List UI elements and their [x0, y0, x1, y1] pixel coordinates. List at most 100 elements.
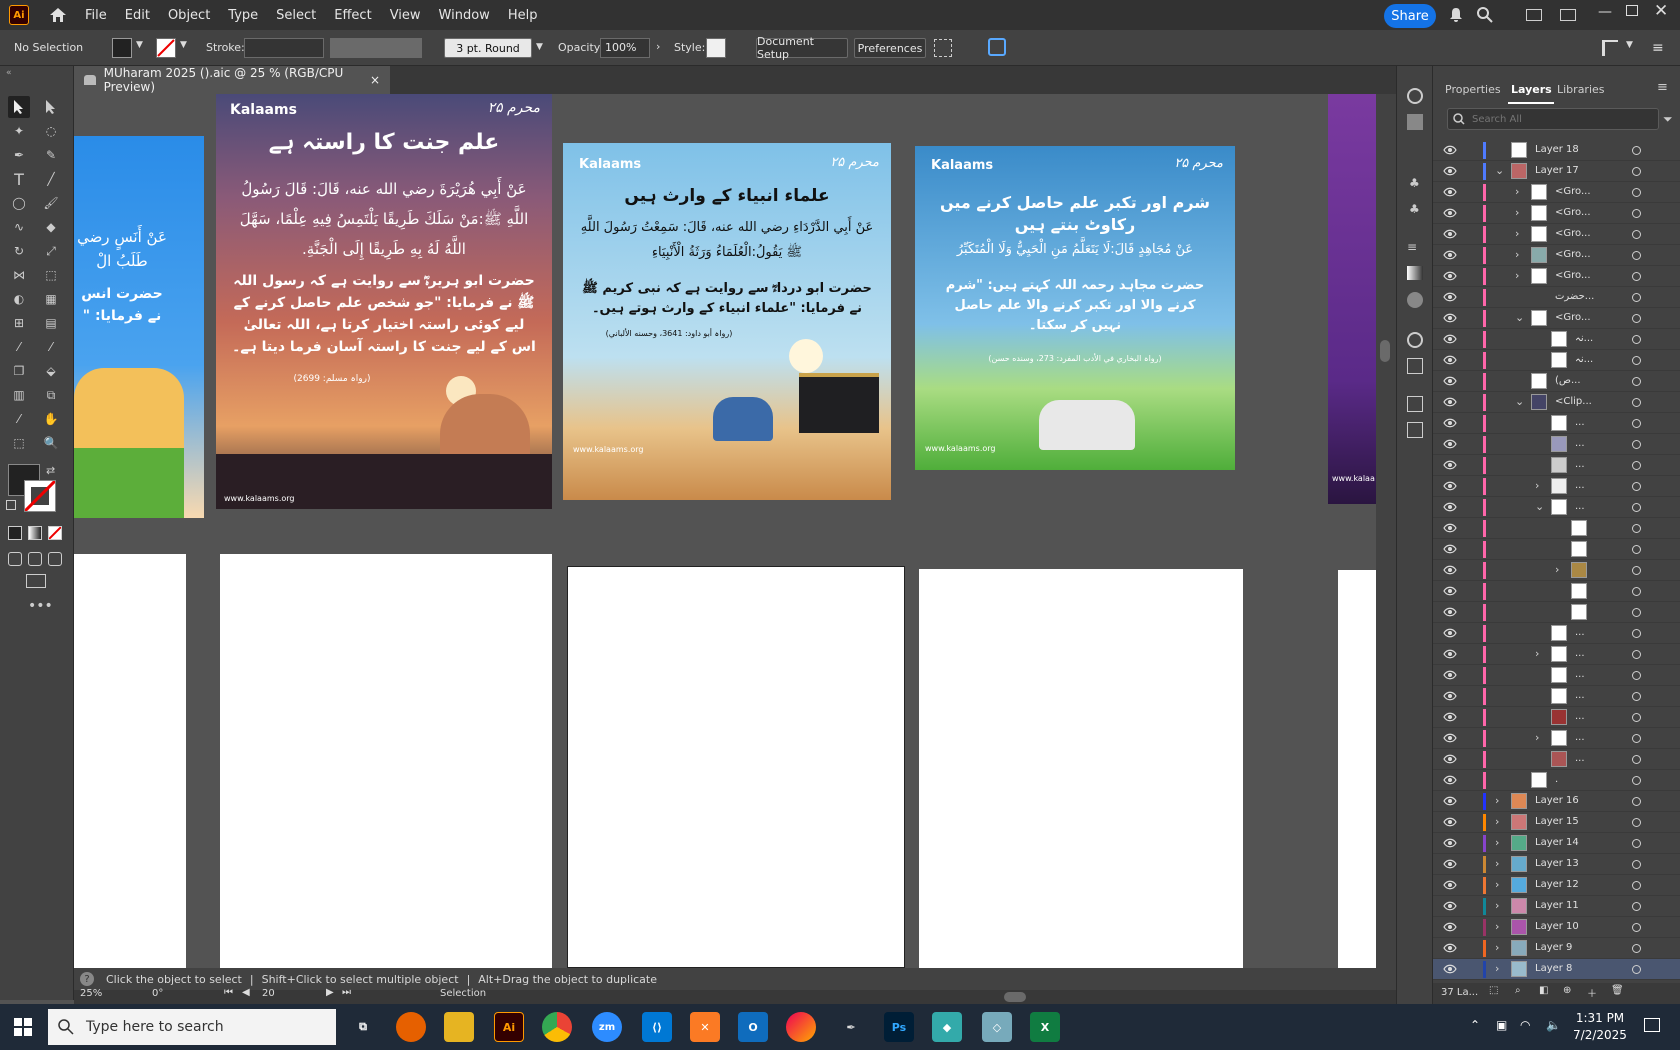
slice-tool-icon[interactable]: ⁄ [8, 408, 30, 430]
chevron-right-icon[interactable]: › [1495, 857, 1499, 870]
layer-row[interactable]: › Layer 15 [1433, 812, 1680, 833]
target-circle-icon[interactable] [1632, 524, 1641, 533]
layer-row[interactable]: حضرت... [1433, 287, 1680, 308]
layer-row[interactable]: ⌄ Layer 17 [1433, 161, 1680, 182]
color-mode-icon[interactable] [8, 526, 22, 540]
artboard-right-partial[interactable]: www.kalaa [1328, 94, 1376, 504]
chevron-right-icon[interactable]: › [1495, 815, 1499, 828]
visibility-eye-icon[interactable] [1443, 775, 1457, 785]
chevron-right-icon[interactable]: › [1535, 731, 1539, 744]
draw-inside-icon[interactable] [48, 552, 62, 566]
gradient-panel-icon[interactable] [1407, 266, 1423, 280]
horizontal-scrollbar-thumb[interactable] [1004, 992, 1026, 1002]
target-circle-icon[interactable] [1632, 545, 1641, 554]
pen-app-icon[interactable]: ✒ [836, 1012, 866, 1042]
target-circle-icon[interactable] [1632, 797, 1641, 806]
locate-object-icon[interactable]: ⌕ [1515, 985, 1521, 996]
chevron-down-icon[interactable]: ▼ [1626, 40, 1633, 50]
ellipse-tool-icon[interactable]: ◯ [8, 192, 30, 214]
tab-libraries[interactable]: Libraries [1557, 83, 1605, 96]
gradient-mode-icon[interactable] [28, 526, 42, 540]
chevron-right-icon[interactable]: › [1515, 248, 1519, 261]
chevron-down-icon[interactable]: ▼ [136, 40, 143, 50]
rotate-tool-icon[interactable]: ↻ [8, 240, 30, 262]
target-circle-icon[interactable] [1632, 188, 1641, 197]
menu-file[interactable]: File [83, 8, 109, 23]
layer-row[interactable]: › Layer 11 [1433, 896, 1680, 917]
transparency-panel-icon[interactable] [1407, 292, 1423, 308]
visibility-eye-icon[interactable] [1443, 712, 1457, 722]
previous-artboard-icon[interactable]: ◀ [242, 987, 250, 998]
column-graph-tool-icon[interactable]: ▥ [8, 384, 30, 406]
chevron-right-icon[interactable]: › [1495, 836, 1499, 849]
layer-row[interactable]: › Layer 13 [1433, 854, 1680, 875]
target-circle-icon[interactable] [1632, 230, 1641, 239]
direct-selection-tool-icon[interactable] [40, 96, 62, 118]
target-circle-icon[interactable] [1632, 944, 1641, 953]
chevron-right-icon[interactable]: › [656, 40, 660, 53]
layer-row[interactable]: نہ... [1433, 350, 1680, 371]
xampp-icon[interactable]: ✕ [690, 1012, 720, 1042]
menu-effect[interactable]: Effect [332, 8, 373, 23]
target-circle-icon[interactable] [1632, 293, 1641, 302]
collapse-toolbar-icon[interactable]: « [6, 68, 12, 78]
visibility-eye-icon[interactable] [1443, 691, 1457, 701]
excel-icon[interactable]: X [1030, 1012, 1060, 1042]
selection-tool-icon[interactable] [8, 96, 30, 118]
artboard-2[interactable]: Kalaams محرم ۲۵ علماء انبیاء کے وارث ہیں… [563, 143, 891, 500]
layer-row[interactable]: ›... [1433, 728, 1680, 749]
visibility-eye-icon[interactable] [1443, 166, 1457, 176]
draw-normal-icon[interactable] [8, 552, 22, 566]
blend-tool-icon[interactable]: ❐ [8, 360, 30, 382]
chevron-right-icon[interactable]: › [1495, 899, 1499, 912]
layer-row[interactable]: ⌄ <Gro... [1433, 308, 1680, 329]
screen-mode-icon[interactable] [26, 574, 46, 588]
visibility-eye-icon[interactable] [1443, 964, 1457, 974]
last-artboard-icon[interactable]: ⏭ [342, 987, 351, 998]
target-circle-icon[interactable] [1632, 461, 1641, 470]
artboard-number[interactable]: 20 [262, 988, 275, 999]
visibility-eye-icon[interactable] [1443, 565, 1457, 575]
artboards-panel-icon[interactable] [1407, 422, 1423, 438]
layer-row[interactable]: › Layer 16 [1433, 791, 1680, 812]
layer-row[interactable]: ... [1433, 623, 1680, 644]
menu-help[interactable]: Help [506, 8, 540, 23]
zoom-tool-icon[interactable]: 🔍 [40, 432, 62, 454]
layer-row[interactable]: › Layer 12 [1433, 875, 1680, 896]
chevron-down-icon[interactable]: ⌄ [1495, 164, 1504, 177]
artboard-1[interactable]: Kalaams محرم ۲۵ علم جنت کا راستہ ہے عَنْ… [216, 94, 552, 509]
visibility-eye-icon[interactable] [1443, 355, 1457, 365]
chevron-right-icon[interactable]: › [1495, 941, 1499, 954]
app-icon[interactable]: ◆ [932, 1012, 962, 1042]
chrome-icon[interactable] [542, 1012, 572, 1042]
visibility-eye-icon[interactable] [1443, 250, 1457, 260]
panel-menu-icon[interactable]: ≡ [1652, 40, 1664, 56]
layer-row[interactable]: ⌄ <Clip... [1433, 392, 1680, 413]
menu-edit[interactable]: Edit [123, 8, 152, 23]
gradient-tool-icon[interactable]: ▤ [40, 312, 62, 334]
next-artboard-icon[interactable]: ▶ [326, 987, 334, 998]
firefox-icon[interactable] [396, 1012, 426, 1042]
pen-tool-icon[interactable]: ✒ [8, 144, 30, 166]
stroke-swatch[interactable] [156, 38, 176, 58]
visibility-eye-icon[interactable] [1443, 649, 1457, 659]
layer-row[interactable]: ... [1433, 434, 1680, 455]
stroke-weight-field[interactable] [244, 38, 324, 58]
zoom-level[interactable]: 25% [80, 988, 102, 999]
new-sublayer-icon[interactable]: ⊕ [1563, 985, 1571, 996]
visibility-eye-icon[interactable] [1443, 670, 1457, 680]
perspective-grid-tool-icon[interactable]: ▦ [40, 288, 62, 310]
visibility-eye-icon[interactable] [1443, 187, 1457, 197]
tab-properties[interactable]: Properties [1445, 83, 1501, 96]
panel-menu-icon[interactable]: ≡ [1657, 80, 1668, 95]
target-circle-icon[interactable] [1632, 818, 1641, 827]
home-icon[interactable] [47, 4, 69, 26]
layer-row[interactable]: (ص... [1433, 371, 1680, 392]
eraser-tool-icon[interactable]: ◆ [40, 216, 62, 238]
illustrator-taskbar-icon[interactable]: Ai [494, 1012, 524, 1042]
creative-cloud-icon[interactable] [786, 1012, 816, 1042]
file-explorer-icon[interactable] [444, 1012, 474, 1042]
layer-row[interactable]: › <Gro... [1433, 224, 1680, 245]
arrange-panel-icon[interactable] [1602, 40, 1618, 56]
chevron-down-icon[interactable]: ⌄ [1515, 395, 1524, 408]
